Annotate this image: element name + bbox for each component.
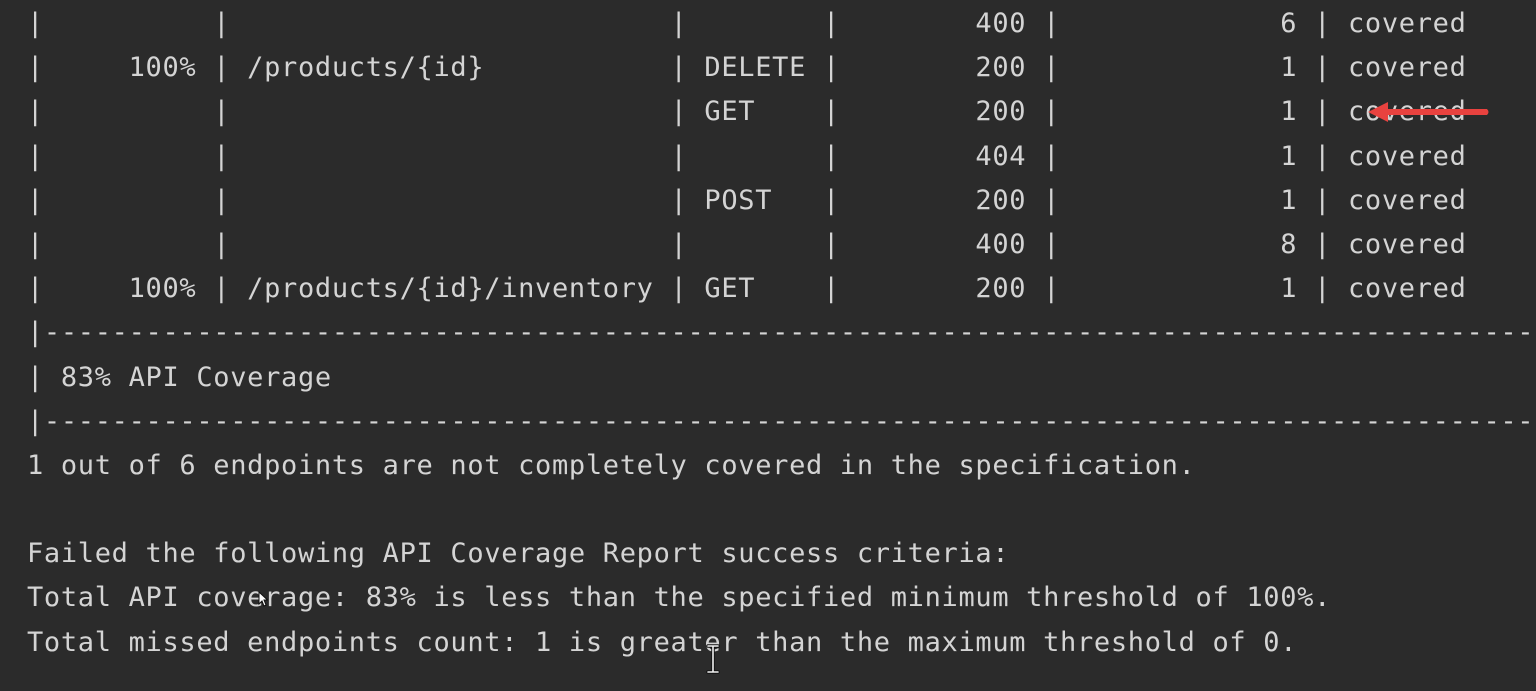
terminal-output: | | | | 400 | 6 | covered | | 100% | /pr… [0, 0, 1536, 665]
table-divider: |---------------------------------------… [27, 405, 1536, 437]
failed-criteria-coverage: Total API coverage: 83% is less than the… [27, 582, 1332, 614]
table-row-status-400: | | | | 400 | 6 | covered | [27, 8, 1536, 39]
failed-criteria-missed-endpoints: Total missed endpoints count: 1 is great… [27, 626, 1298, 658]
i-beam-cursor-icon [706, 644, 720, 674]
failed-criteria-heading: Failed the following API Coverage Report… [27, 538, 1010, 570]
table-row-products-id-get-404: | | | | 404 | 1 | covered | [27, 140, 1536, 172]
table-row-products-id-get-200: | | | GET | 200 | 1 | covered | [27, 96, 1536, 128]
mouse-pointer-icon [258, 591, 268, 607]
table-row-products-id-post-400: | | | | 400 | 8 | covered | [27, 228, 1536, 260]
table-row-products-id-delete: | 100% | /products/{id} | DELETE | 200 |… [27, 52, 1536, 84]
red-arrow-left-icon [1368, 102, 1489, 122]
terminal-window[interactable]: | | | | 400 | 6 | covered | | 100% | /pr… [0, 0, 1536, 691]
api-coverage-summary: | 83% API Coverage | [27, 361, 1536, 393]
table-row-products-id-post-200: | | | POST | 200 | 1 | covered | [27, 184, 1536, 216]
table-divider: |---------------------------------------… [27, 317, 1536, 349]
table-row-inventory-get: | 100% | /products/{id}/inventory | GET … [27, 273, 1536, 305]
endpoints-coverage-message: 1 out of 6 endpoints are not completely … [27, 449, 1196, 481]
